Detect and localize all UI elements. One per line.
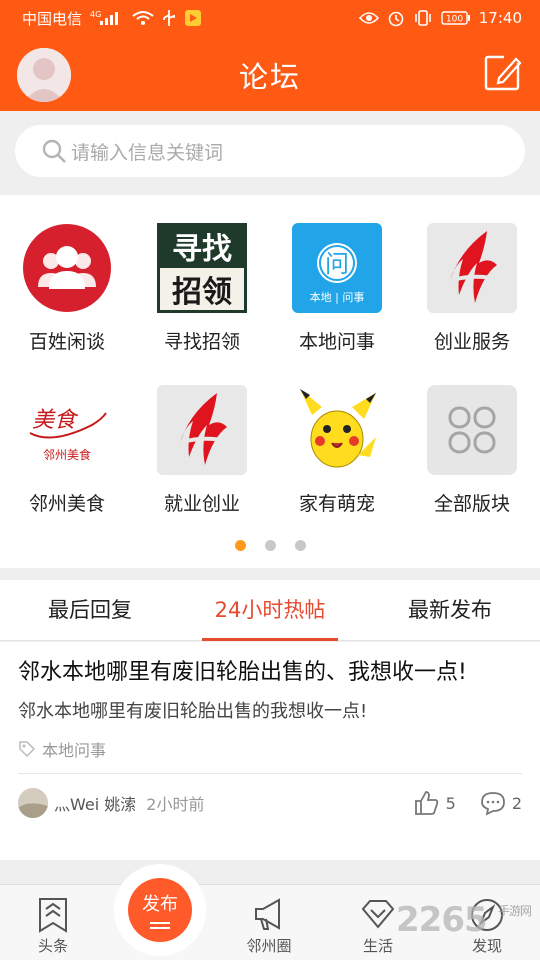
local-ask-icon: 问本地 | 问事 [292, 223, 382, 313]
post-card[interactable]: 邻水本地哪里有废旧轮胎出售的、我想收一点! 邻水本地哪里有废旧轮胎出售的我想收一… [0, 642, 540, 860]
tag-icon [19, 741, 36, 758]
category-label: 寻找招领 [163, 331, 240, 353]
edit-icon [484, 53, 522, 91]
icon-text-zhaoling: 招领 [172, 275, 232, 310]
page-dot-active[interactable] [234, 540, 246, 551]
icon-text-linzhou-meishi: 邻州美食 [43, 447, 91, 462]
publish-label: 发布 [142, 894, 178, 915]
icon-text-bendi-wenshi: 本地 | 问事 [310, 290, 365, 304]
category-label: 百姓闲谈 [28, 331, 105, 353]
wifi-icon [132, 10, 154, 26]
usb-icon [162, 9, 176, 27]
post-tabs: 最后回复 24小时热帖 最新发布 [0, 580, 540, 641]
publish-circle: 发布 [128, 878, 192, 942]
page-indicator [0, 540, 540, 551]
publish-button[interactable]: 发布 [114, 864, 206, 956]
page-title: 论坛 [238, 60, 301, 94]
comment-count: 2 [511, 793, 522, 813]
network-type-label: 4G [90, 10, 101, 19]
comment-icon[interactable] [480, 790, 506, 816]
category-all[interactable]: 全部版块 [412, 385, 532, 516]
page-dot[interactable] [264, 540, 276, 551]
category-label: 邻州美食 [28, 493, 105, 515]
category-mengchong[interactable]: 家有萌宠 [277, 385, 397, 516]
post-time: 2小时前 [146, 795, 205, 814]
icon-text-xunzhao: 寻找 [172, 232, 232, 267]
alarm-icon [387, 9, 405, 27]
post-meta: 灬Wei 姚溹 2小时前 5 2 [18, 788, 522, 818]
vibrate-icon [413, 10, 433, 26]
category-label: 全部版块 [433, 493, 510, 515]
tab-last-reply[interactable]: 最后回复 [0, 580, 180, 640]
category-label: 家有萌宠 [298, 493, 375, 515]
watermark-site: 手游网 [498, 904, 532, 918]
search-placeholder: 请输入信息关键词 [71, 141, 224, 164]
page-dot[interactable] [294, 540, 306, 551]
divider [18, 773, 522, 774]
category-label: 本地问事 [298, 331, 375, 353]
diamond-icon [361, 900, 395, 929]
compose-button[interactable] [484, 53, 522, 91]
nav-label: 邻州圈 [246, 937, 292, 955]
author-avatar[interactable] [18, 788, 48, 818]
post-tag-label: 本地问事 [42, 741, 107, 760]
eye-icon [358, 11, 379, 25]
category-meishi[interactable]: 美食邻州美食 邻州美食 [7, 385, 127, 516]
battery-level: 100 [446, 15, 463, 25]
tab-24h-hot[interactable]: 24小时热帖 [180, 580, 360, 641]
category-xunzhao[interactable]: 寻找 招领 寻找招领 [142, 223, 262, 354]
top-header: 论坛 [0, 36, 540, 111]
category-bendi[interactable]: 问本地 | 问事 本地问事 [277, 223, 397, 354]
menu-lines-icon [150, 922, 170, 924]
watermark-brand: 2265 [396, 900, 488, 940]
category-chuangye[interactable]: 创业服务 [412, 223, 532, 354]
nav-label: 头条 [37, 937, 68, 955]
nav-circle[interactable]: 邻州圈 [224, 897, 314, 956]
pikachu-icon [292, 385, 382, 475]
nav-headlines[interactable]: 头条 [8, 897, 98, 956]
app-notification-icon [184, 9, 202, 27]
category-grid: 百姓闲谈 寻找 招领 寻找招领 问本地 | 问事 本地问事 创业服务 美食 邻州美食… [0, 195, 540, 568]
four-petal-grid-icon [427, 385, 517, 475]
signal-icon: 4G [90, 10, 124, 26]
status-bar: 中国电信 4G 100 17:40 [0, 0, 540, 36]
carrier-label: 中国电信 [22, 9, 83, 28]
watermark-logo: 2265 手游网 [396, 900, 532, 940]
food-logo-icon: 美食邻州美食 [22, 385, 112, 475]
category-baixing[interactable]: 百姓闲谈 [7, 223, 127, 354]
category-label: 创业服务 [433, 331, 510, 353]
category-jiuye[interactable]: 就业创业 [142, 385, 262, 516]
search-area: 请输入信息关键词 [0, 111, 540, 195]
search-input[interactable]: 请输入信息关键词 [15, 125, 525, 177]
tab-latest[interactable]: 最新发布 [360, 580, 540, 640]
people-group-icon [23, 224, 111, 312]
like-count: 5 [445, 793, 456, 813]
category-label: 就业创业 [163, 493, 240, 515]
icon-text-meishi: 美食 [32, 408, 79, 433]
post-excerpt: 邻水本地哪里有废旧轮胎出售的我想收一点! [18, 701, 368, 722]
red-flame-logo-icon [427, 223, 517, 313]
clock: 17:40 [478, 9, 522, 27]
post-title[interactable]: 邻水本地哪里有废旧轮胎出售的、我想收一点! [18, 656, 522, 689]
red-flame-logo-icon [157, 385, 247, 475]
icon-text-wen: 问 [325, 250, 349, 278]
post-tag[interactable]: 本地问事 [18, 737, 522, 761]
nav-label: 生活 [362, 937, 393, 955]
megaphone-icon [255, 898, 280, 930]
battery-icon: 100 [441, 10, 471, 26]
headlines-icon [39, 898, 67, 933]
search-icon [42, 139, 66, 163]
author-name[interactable]: 灬Wei 姚溹 [54, 791, 136, 815]
like-icon[interactable] [412, 789, 440, 817]
lost-found-icon: 寻找招领 [157, 223, 247, 313]
